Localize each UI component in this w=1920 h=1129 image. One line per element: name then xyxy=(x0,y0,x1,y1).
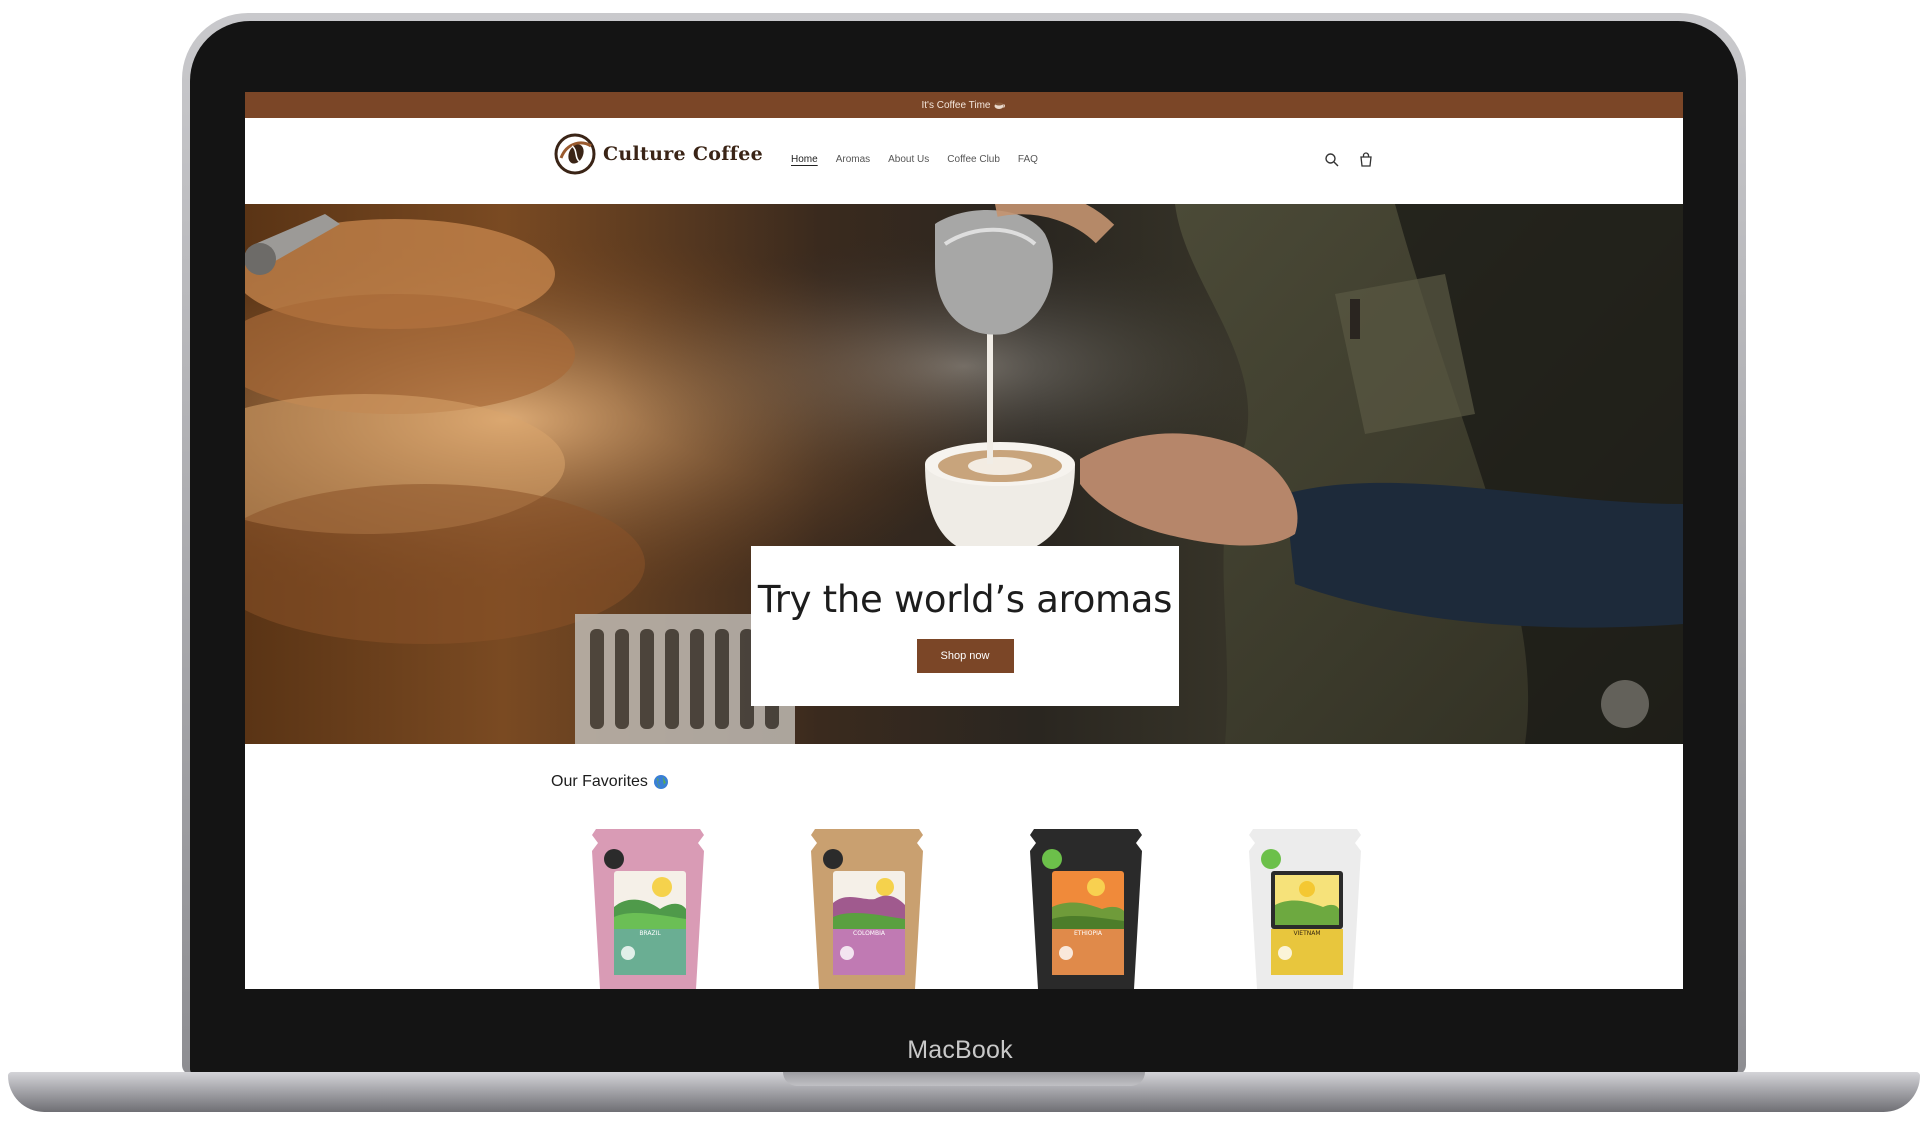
product-card-vietnam[interactable]: VIETNAM xyxy=(1245,829,1365,989)
globe-icon xyxy=(653,775,668,789)
coffee-cup-icon xyxy=(994,102,1006,109)
nav-item-faq[interactable]: FAQ xyxy=(1018,154,1038,165)
hero-banner: Try the world’s aromas Shop now xyxy=(245,204,1683,744)
shop-now-button[interactable]: Shop now xyxy=(916,639,1014,673)
product-label-colombia: COLOMBIA xyxy=(853,930,886,937)
favorites-product-grid: BRAZIL COLOMBIA ETHIOPIA VIETNAM xyxy=(588,829,1361,989)
product-label-vietnam: VIETNAM xyxy=(1293,930,1320,937)
browser-screen: It's Coffee Time Culture Coffee Home Aro… xyxy=(245,92,1683,989)
nav-item-home[interactable]: Home xyxy=(791,154,818,165)
product-card-colombia[interactable]: COLOMBIA xyxy=(807,829,927,989)
announcement-bar: It's Coffee Time xyxy=(245,92,1683,118)
site-header: Culture Coffee Home Aromas About Us Coff… xyxy=(245,118,1683,204)
product-label-ethiopia: ETHIOPIA xyxy=(1074,930,1103,937)
favorites-heading: Our Favorites xyxy=(551,773,669,791)
brand-name: Culture Coffee xyxy=(603,143,763,165)
favorites-title: Our Favorites xyxy=(551,773,648,790)
nav-item-aromas[interactable]: Aromas xyxy=(836,154,870,165)
main-nav: Home Aromas About Us Coffee Club FAQ xyxy=(791,154,1038,165)
hero-title: Try the world’s aromas xyxy=(757,578,1173,621)
product-label-brazil: BRAZIL xyxy=(639,930,661,937)
hero-card: Try the world’s aromas Shop now xyxy=(751,546,1179,706)
product-card-ethiopia[interactable]: ETHIOPIA xyxy=(1026,829,1146,989)
header-icons xyxy=(1324,152,1374,168)
product-card-brazil[interactable]: BRAZIL xyxy=(588,829,708,989)
nav-item-about-us[interactable]: About Us xyxy=(888,154,929,165)
search-icon[interactable] xyxy=(1324,152,1340,168)
brand-logo[interactable]: Culture Coffee xyxy=(553,132,763,176)
nav-item-coffee-club[interactable]: Coffee Club xyxy=(947,154,1000,165)
coffee-bean-logo-icon xyxy=(554,133,596,175)
device-label: MacBook xyxy=(907,1036,1013,1064)
cart-icon[interactable] xyxy=(1358,152,1374,168)
announcement-text: It's Coffee Time xyxy=(921,99,991,111)
laptop-base-notch xyxy=(783,1072,1145,1086)
